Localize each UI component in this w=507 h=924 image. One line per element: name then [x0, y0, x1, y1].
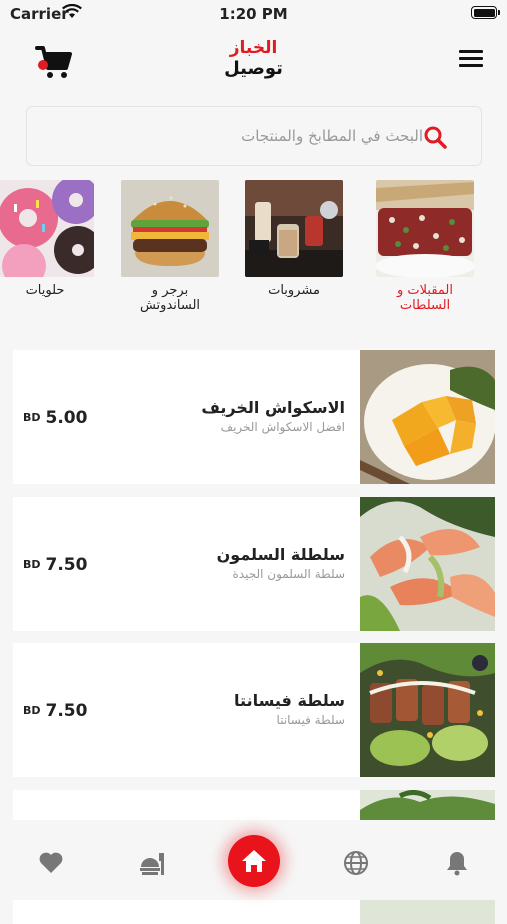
product-card[interactable]: الاسكواش الخريف افضل الاسكواش الخريف BD 5…: [13, 350, 495, 484]
currency-label: BD: [23, 411, 41, 424]
category-image: [0, 180, 94, 277]
search-icon: [424, 126, 447, 149]
battery-icon: [471, 6, 500, 19]
tab-home[interactable]: [228, 835, 280, 887]
brand-logo: الخباز توصيل: [0, 38, 507, 80]
currency-label: BD: [23, 558, 41, 571]
product-card[interactable]: سلطلة السلمون سلطة السلمون الجيدة BD 7.50: [13, 497, 495, 631]
category-label: حلويات: [25, 283, 65, 298]
tab-favorites[interactable]: [36, 848, 66, 878]
heart-icon: [39, 852, 63, 873]
globe-icon: [344, 851, 368, 875]
product-price: BD 7.50: [23, 700, 87, 721]
food-icon: [140, 853, 164, 875]
category-burgers-sandwiches[interactable]: برجر و الساندوتش: [121, 180, 219, 313]
category-desserts[interactable]: حلويات: [0, 180, 94, 298]
search-placeholder: البحث في المطابخ والمنتجات: [241, 127, 423, 145]
category-drinks[interactable]: مشروبات: [245, 180, 343, 298]
category-label: مشروبات: [268, 283, 320, 298]
category-label: برجر و الساندوتش: [139, 283, 201, 313]
product-card[interactable]: سلطة فيسانتا سلطة فيسانتا BD 7.50: [13, 643, 495, 777]
product-price: BD 5.00: [23, 407, 87, 428]
price-amount: 7.50: [45, 700, 88, 721]
product-image: [360, 497, 495, 631]
product-title: سلطلة السلمون: [216, 545, 345, 564]
price-amount: 7.50: [45, 554, 88, 575]
category-appetizers-salads[interactable]: المقبلات و السلطات: [376, 180, 474, 313]
price-amount: 5.00: [45, 407, 88, 428]
clock: 1:20 PM: [219, 5, 288, 23]
product-image: [360, 350, 495, 484]
brand-name: الخباز: [229, 38, 278, 58]
tab-notifications[interactable]: [442, 848, 472, 878]
product-image: [360, 643, 495, 777]
status-bar: Carrier 1:20 PM: [0, 0, 507, 28]
home-icon: [242, 850, 266, 872]
product-title: الاسكواش الخريف: [201, 398, 345, 417]
product-subtitle: سلطة فيسانتا: [276, 713, 345, 727]
category-label: المقبلات و السلطات: [397, 283, 453, 313]
menu-button[interactable]: [459, 50, 483, 68]
currency-label: BD: [23, 704, 41, 717]
tab-restaurants[interactable]: [137, 848, 167, 878]
hamburger-icon: [459, 50, 483, 53]
category-image: [245, 180, 343, 277]
bottom-tab-bar: [0, 820, 507, 900]
search-input[interactable]: البحث في المطابخ والمنتجات: [26, 106, 482, 166]
category-image: [376, 180, 474, 277]
product-title: سلطة فيسانتا: [234, 691, 345, 710]
app-header: الخباز توصيل: [0, 28, 507, 92]
product-price: BD 7.50: [23, 554, 87, 575]
category-image: [121, 180, 219, 277]
product-subtitle: سلطة السلمون الجيدة: [232, 567, 346, 581]
product-subtitle: افضل الاسكواش الخريف: [220, 420, 345, 434]
brand-tagline: توصيل: [224, 58, 283, 79]
bell-icon: [447, 852, 467, 876]
tab-language[interactable]: [341, 848, 371, 878]
